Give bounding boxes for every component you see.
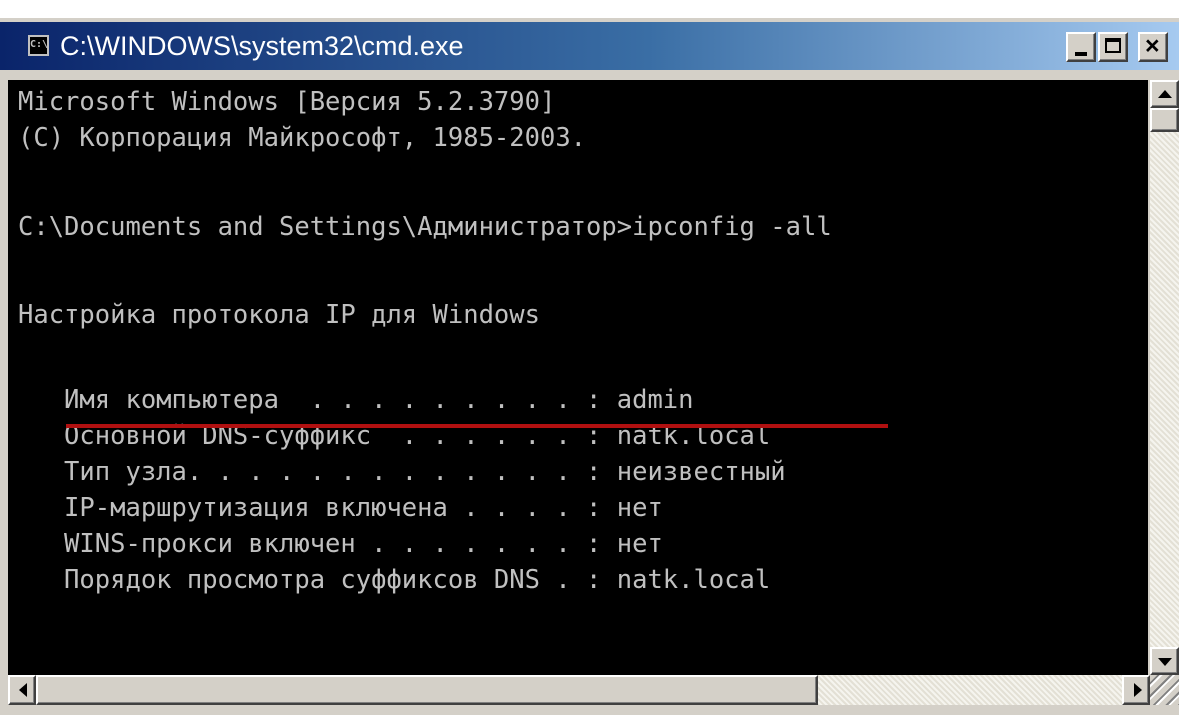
console-line: WINS-прокси включен . . . . . . . : нет bbox=[18, 529, 663, 559]
cmd-icon[interactable]: C:\ bbox=[28, 35, 49, 56]
console-line: Microsoft Windows [Версия 5.2.3790] bbox=[18, 87, 556, 117]
window-title: C:\WINDOWS\system32\cmd.exe bbox=[60, 31, 464, 61]
console-line: Тип узла. . . . . . . . . . . . . : неиз… bbox=[18, 457, 786, 487]
console-line: (C) Корпорация Майкрософт, 1985-2003. bbox=[18, 123, 587, 153]
minimize-icon bbox=[1075, 52, 1087, 56]
close-button[interactable]: × bbox=[1138, 32, 1168, 62]
console-line: IP-маршрутизация включена . . . . : нет bbox=[18, 493, 663, 523]
console-line: Имя компьютера . . . . . . . . . : admin bbox=[18, 385, 694, 415]
highlight-underline bbox=[66, 424, 888, 428]
horizontal-scroll-thumb[interactable] bbox=[36, 675, 818, 705]
arrow-right-icon bbox=[1134, 683, 1142, 697]
console-output[interactable]: Microsoft Windows [Версия 5.2.3790] (C) … bbox=[8, 80, 1148, 675]
maximize-icon bbox=[1105, 38, 1121, 53]
arrow-down-icon bbox=[1158, 658, 1172, 666]
minimize-button[interactable] bbox=[1066, 32, 1096, 62]
cmd-window: C:\ C:\WINDOWS\system32\cmd.exe × Micros… bbox=[0, 18, 1179, 715]
arrow-up-icon bbox=[1158, 90, 1172, 98]
scroll-right-button[interactable] bbox=[1122, 675, 1150, 705]
scroll-up-button[interactable] bbox=[1150, 80, 1179, 108]
scroll-left-button[interactable] bbox=[8, 675, 36, 705]
console-line: Настройка протокола IP для Windows bbox=[18, 300, 540, 330]
maximize-button[interactable] bbox=[1098, 32, 1128, 62]
resize-grip-icon[interactable] bbox=[1150, 675, 1179, 705]
scroll-down-button[interactable] bbox=[1150, 647, 1179, 675]
title-bar[interactable]: C:\ C:\WINDOWS\system32\cmd.exe × bbox=[0, 22, 1179, 70]
vertical-scrollbar[interactable] bbox=[1150, 80, 1179, 675]
console-line: C:\Documents and Settings\Администратор>… bbox=[18, 212, 832, 242]
arrow-left-icon bbox=[19, 683, 27, 697]
console-line: Порядок просмотра суффиксов DNS . : natk… bbox=[18, 565, 771, 595]
horizontal-scrollbar[interactable] bbox=[8, 675, 1150, 705]
scroll-thumb[interactable] bbox=[1150, 108, 1179, 132]
close-icon: × bbox=[1145, 32, 1160, 60]
